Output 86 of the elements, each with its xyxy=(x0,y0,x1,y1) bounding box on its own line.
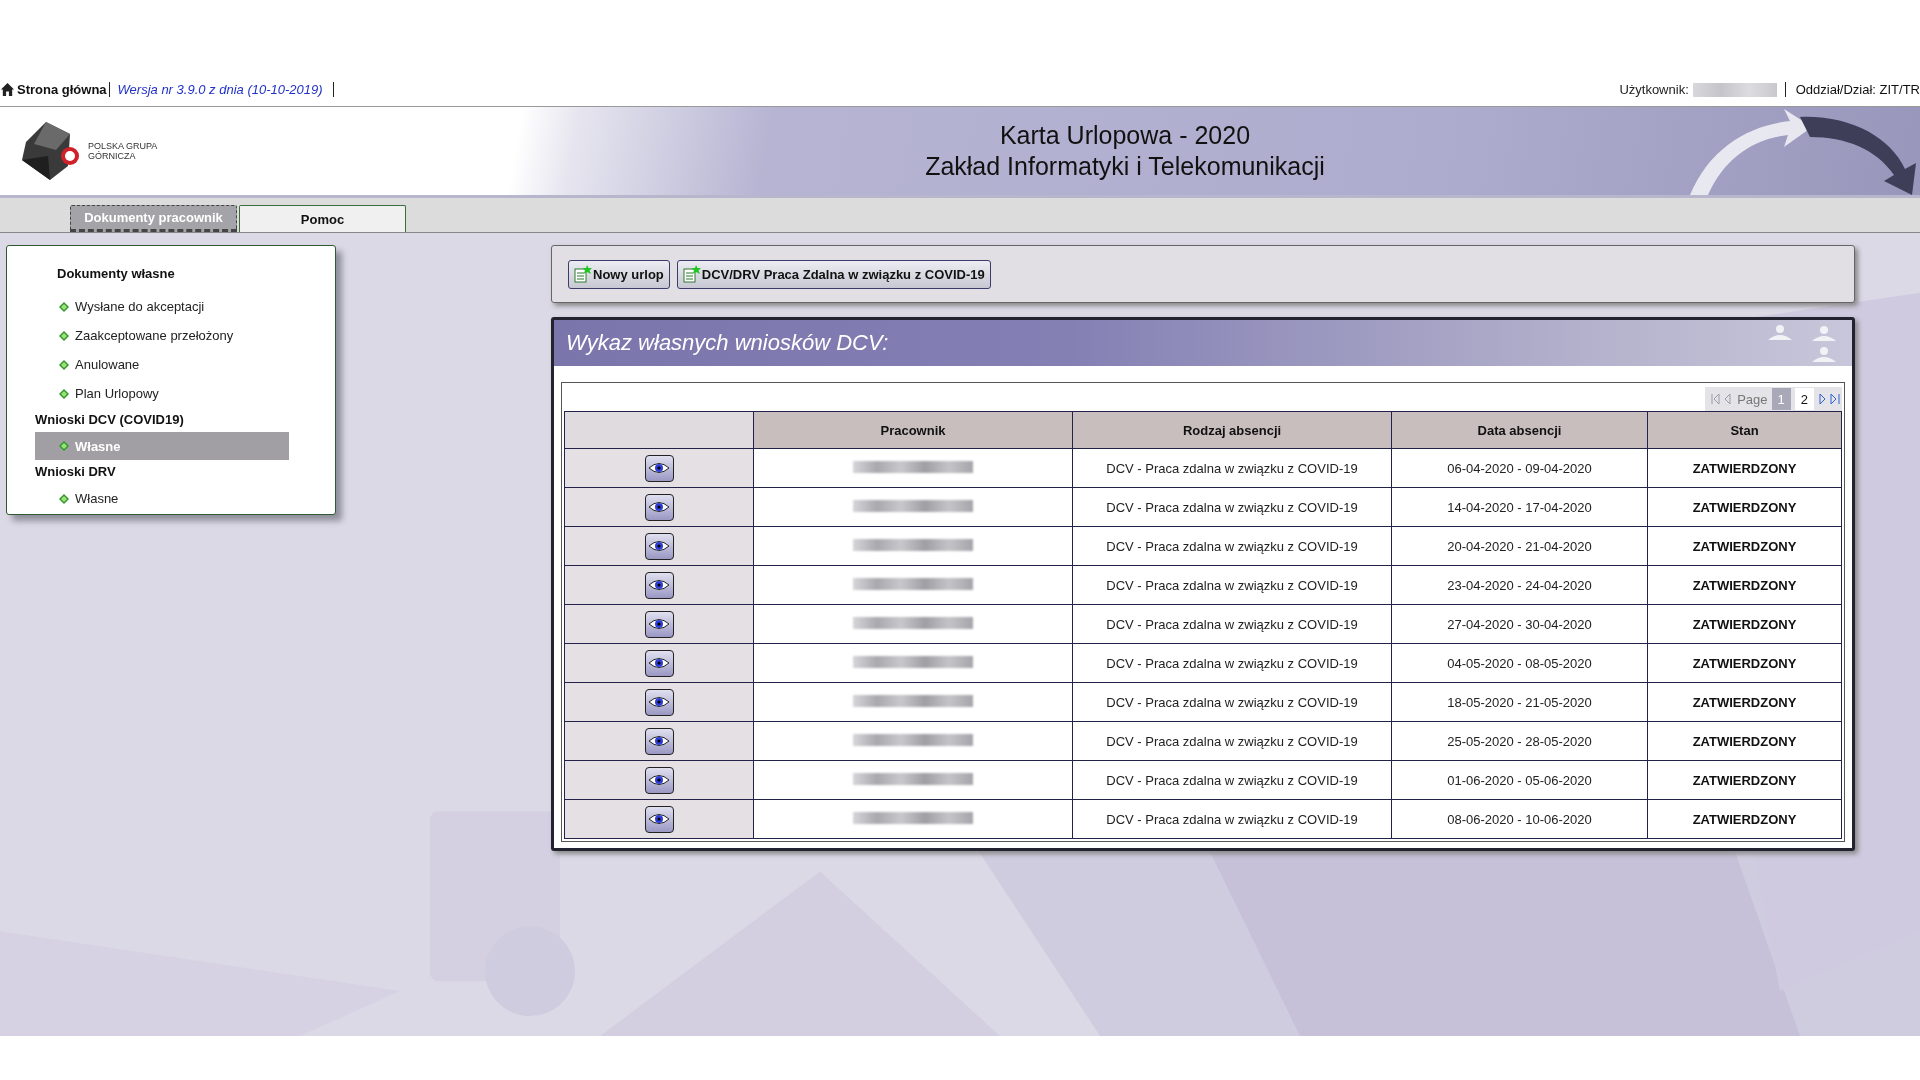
table-cell: ZATWIERDZONY xyxy=(1647,721,1842,761)
user-label: Użytkownik: xyxy=(1619,82,1689,97)
tab[interactable]: Pomoc xyxy=(239,205,406,232)
table-cell: ZATWIERDZONY xyxy=(1647,604,1842,644)
eye-icon xyxy=(648,734,670,748)
page-link[interactable]: 2 xyxy=(1794,388,1814,410)
nav-item[interactable]: Wysłane do akceptacji xyxy=(35,292,289,321)
home-link[interactable]: Strona główna xyxy=(0,82,110,97)
eye-icon xyxy=(648,578,670,592)
table-cell: 18-05-2020 - 21-05-2020 xyxy=(1391,682,1648,722)
table-cell: DCV - Praca zdalna w związku z COVID-19 xyxy=(1072,799,1392,839)
table-cell: DCV - Praca zdalna w związku z COVID-19 xyxy=(1072,643,1392,683)
nav-item[interactable]: Anulowane xyxy=(35,350,289,379)
table-cell: 04-05-2020 - 08-05-2020 xyxy=(1391,643,1648,683)
house-icon xyxy=(0,82,15,97)
department-text: Oddział/Dział: ZIT/TR xyxy=(1784,82,1920,97)
new-document-button[interactable]: Nowy urlop xyxy=(568,259,670,289)
diamond-icon xyxy=(59,359,69,370)
table-cell: ZATWIERDZONY xyxy=(1647,799,1842,839)
table-cell: DCV - Praca zdalna w związku z COVID-19 xyxy=(1072,487,1392,527)
version-text: Wersja nr 3.9.0 z dnia (10-10-2019) xyxy=(109,82,334,97)
page-label: Page xyxy=(1737,391,1768,407)
new-document-icon xyxy=(574,265,592,283)
eye-icon xyxy=(648,656,670,670)
table-cell: ZATWIERDZONY xyxy=(1647,760,1842,800)
table-cell: ZATWIERDZONY xyxy=(1647,487,1842,527)
diamond-icon xyxy=(59,441,69,451)
diamond-icon xyxy=(59,388,69,399)
view-button[interactable] xyxy=(644,766,674,794)
table-cell: ZATWIERDZONY xyxy=(1647,526,1842,566)
next-last-icon[interactable] xyxy=(1818,393,1840,405)
panel-title: Wykaz własnych wniosków DCV: xyxy=(566,330,889,356)
eye-icon xyxy=(648,773,670,787)
view-button[interactable] xyxy=(644,532,674,560)
new-document-button[interactable]: DCV/DRV Praca Zdalna w związku z COVID-19 xyxy=(676,259,991,289)
view-button[interactable] xyxy=(644,493,674,521)
table-cell: 01-06-2020 - 05-06-2020 xyxy=(1391,760,1648,800)
eye-icon xyxy=(648,500,670,514)
new-document-icon xyxy=(682,265,701,283)
eye-icon xyxy=(648,617,670,631)
table-cell: ZATWIERDZONY xyxy=(1647,682,1842,722)
table-cell: DCV - Praca zdalna w związku z COVID-19 xyxy=(1072,526,1392,566)
table-cell: DCV - Praca zdalna w związku z COVID-19 xyxy=(1072,604,1392,644)
page-subtitle: Zakład Informatyki i Telekomunikacji xyxy=(924,151,1326,182)
view-button[interactable] xyxy=(644,571,674,599)
nav-item[interactable]: Własne xyxy=(35,484,289,513)
table-cell: ZATWIERDZONY xyxy=(1647,565,1842,605)
table-cell: 27-04-2020 - 30-04-2020 xyxy=(1391,604,1648,644)
nav-group-heading: Dokumenty własne xyxy=(56,265,176,283)
page-title: Karta Urlopowa - 2020 xyxy=(998,120,1252,151)
view-button[interactable] xyxy=(644,805,674,833)
view-button[interactable] xyxy=(644,688,674,716)
table-cell: DCV - Praca zdalna w związku z COVID-19 xyxy=(1072,448,1392,488)
nav-group-heading: Wnioski DRV xyxy=(35,463,117,481)
eye-icon xyxy=(648,539,670,553)
logo-text: GÓRNICZA xyxy=(88,151,137,161)
logo-text: POLSKA GRUPA xyxy=(88,141,158,151)
view-button[interactable] xyxy=(644,649,674,677)
table-cell: 06-04-2020 - 09-04-2020 xyxy=(1391,448,1648,488)
eye-icon xyxy=(648,461,670,475)
view-button[interactable] xyxy=(644,610,674,638)
nav-item[interactable]: Plan Urlopowy xyxy=(35,379,289,408)
column-header: Rodzaj absencji xyxy=(1072,411,1392,449)
table-cell: 20-04-2020 - 21-04-2020 xyxy=(1391,526,1648,566)
eye-icon xyxy=(648,695,670,709)
table-cell: DCV - Praca zdalna w związku z COVID-19 xyxy=(1072,565,1392,605)
eye-icon xyxy=(648,812,670,826)
nav-item[interactable]: Zaakceptowane przełożony xyxy=(35,321,289,350)
nav-group-heading: Wnioski DCV (COVID19) xyxy=(35,411,185,429)
diamond-icon xyxy=(59,493,69,504)
view-button[interactable] xyxy=(644,454,674,482)
column-header: Stan xyxy=(1647,411,1842,449)
table-cell: DCV - Praca zdalna w związku z COVID-19 xyxy=(1072,721,1392,761)
column-header: Pracownik xyxy=(753,411,1073,449)
table-cell: ZATWIERDZONY xyxy=(1647,448,1842,488)
table-cell: 14-04-2020 - 17-04-2020 xyxy=(1391,487,1648,527)
table-cell: 08-06-2020 - 10-06-2020 xyxy=(1391,799,1648,839)
diamond-icon xyxy=(59,301,69,312)
table-cell: 25-05-2020 - 28-05-2020 xyxy=(1391,721,1648,761)
view-button[interactable] xyxy=(644,727,674,755)
table-cell: 23-04-2020 - 24-04-2020 xyxy=(1391,565,1648,605)
table-cell: DCV - Praca zdalna w związku z COVID-19 xyxy=(1072,760,1392,800)
table-cell: ZATWIERDZONY xyxy=(1647,643,1842,683)
table-cell: DCV - Praca zdalna w związku z COVID-19 xyxy=(1072,682,1392,722)
diamond-icon xyxy=(59,330,69,341)
column-header: Data absencji xyxy=(1391,411,1648,449)
